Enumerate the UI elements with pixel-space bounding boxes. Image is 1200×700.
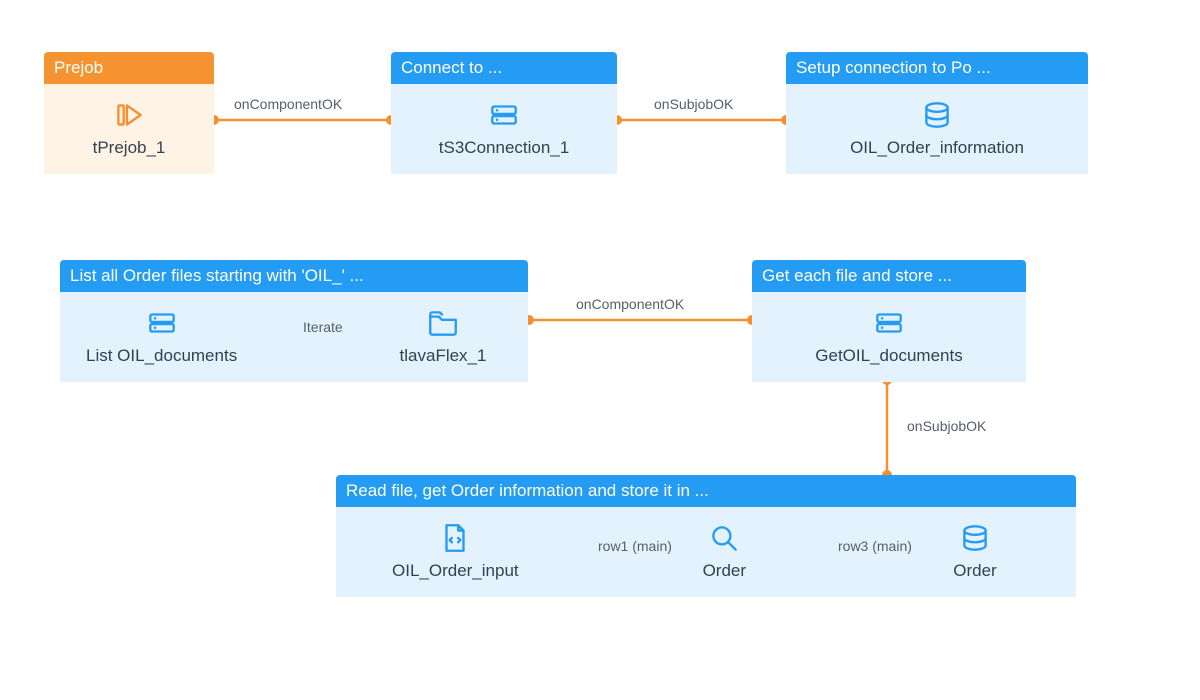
comp-oil-order-input[interactable]: OIL_Order_input [392,521,519,581]
block-readfile-header: Read file, get Order information and sto… [336,475,1076,507]
comp-order-search[interactable]: Order [679,521,769,581]
server-stack-icon [872,306,906,340]
conn-geteach-readfile-label: onSubjobOK [907,418,986,434]
comp-oil-order-input-label: OIL_Order_input [392,561,519,581]
server-stack-icon [145,306,179,340]
comp-tlavaflex[interactable]: tlavaFlex_1 [398,306,488,366]
comp-list-oil-documents[interactable]: List OIL_documents [86,306,237,366]
comp-ts3connection-label: tS3Connection_1 [439,138,569,158]
code-file-icon [438,521,472,555]
block-readfile[interactable]: Read file, get Order information and sto… [336,475,1076,597]
play-forward-icon [112,98,146,132]
comp-tprejob-label: tPrejob_1 [93,138,166,158]
server-stack-icon [487,98,521,132]
comp-order-db-label: Order [953,561,996,581]
block-setup-header: Setup connection to Po ... [786,52,1088,84]
comp-getoil-documents-label: GetOIL_documents [815,346,962,366]
conn-iterate-label: Iterate [303,319,343,335]
block-geteach-header: Get each file and store ... [752,260,1026,292]
block-geteach[interactable]: Get each file and store ... GetOIL_docum… [752,260,1026,382]
conn-listall-geteach-label: onComponentOK [576,296,684,312]
comp-getoil-documents[interactable]: GetOIL_documents [815,306,962,366]
comp-tlavaflex-label: tlavaFlex_1 [400,346,487,366]
block-connect-header: Connect to ... [391,52,617,84]
comp-order-db[interactable]: Order [930,521,1020,581]
comp-oil-order-information[interactable]: OIL_Order_information [850,98,1024,158]
comp-list-oil-documents-label: List OIL_documents [86,346,237,366]
comp-ts3connection[interactable]: tS3Connection_1 [439,98,569,158]
block-connect[interactable]: Connect to ... tS3Connection_1 [391,52,617,174]
conn-row1-label: row1 (main) [598,538,672,554]
database-icon [958,521,992,555]
comp-oil-order-information-label: OIL_Order_information [850,138,1024,158]
comp-tprejob[interactable]: tPrejob_1 [84,98,174,158]
database-icon [920,98,954,132]
block-setup[interactable]: Setup connection to Po ... OIL_Order_inf… [786,52,1088,174]
block-listall[interactable]: List all Order files starting with 'OIL_… [60,260,528,382]
search-icon [707,521,741,555]
folder-icon [426,306,460,340]
comp-order-search-label: Order [703,561,746,581]
conn-row3-label: row3 (main) [838,538,912,554]
conn-prejob-connect-label: onComponentOK [234,96,342,112]
block-prejob-header: Prejob [44,52,214,84]
conn-connect-setup-label: onSubjobOK [654,96,733,112]
block-prejob[interactable]: Prejob tPrejob_1 [44,52,214,174]
block-listall-header: List all Order files starting with 'OIL_… [60,260,528,292]
